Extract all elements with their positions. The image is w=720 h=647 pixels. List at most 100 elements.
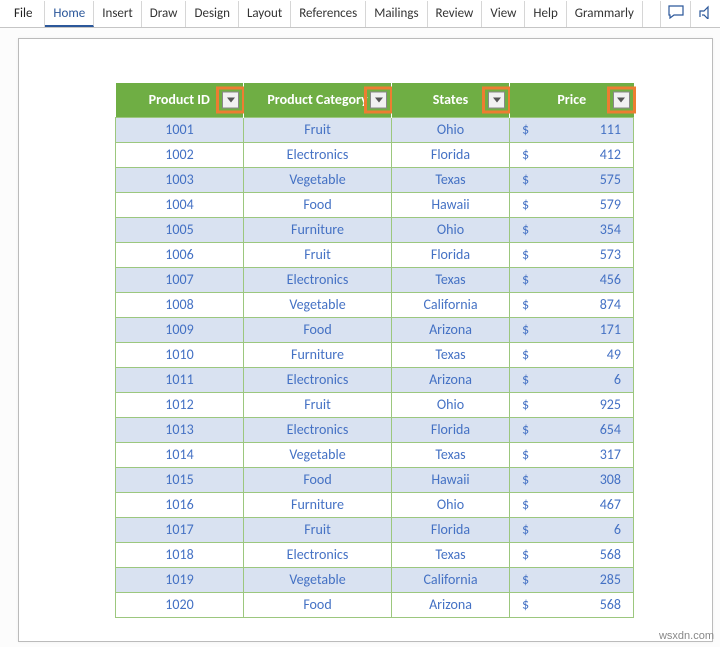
price-value: 573 bbox=[600, 246, 621, 263]
cell-price: $579 bbox=[510, 192, 634, 217]
ribbon-tab-design[interactable]: Design bbox=[186, 1, 238, 27]
cell-price: $354 bbox=[510, 217, 634, 242]
ribbon-tab-view[interactable]: View bbox=[482, 1, 525, 27]
cell-state: Florida bbox=[392, 417, 510, 442]
cell-price: $6 bbox=[510, 517, 634, 542]
chevron-down-icon bbox=[375, 97, 383, 102]
ribbon-tab-layout[interactable]: Layout bbox=[239, 1, 291, 27]
currency-symbol: $ bbox=[522, 571, 529, 588]
cell-category: Fruit bbox=[244, 517, 392, 542]
cell-price: $568 bbox=[510, 542, 634, 567]
table-row[interactable]: 1005FurnitureOhio$354 bbox=[116, 217, 634, 242]
cell-price: $308 bbox=[510, 467, 634, 492]
currency-symbol: $ bbox=[522, 596, 529, 613]
table-row[interactable]: 1009FoodArizona$171 bbox=[116, 317, 634, 342]
cell-state: California bbox=[392, 292, 510, 317]
price-value: 171 bbox=[600, 321, 621, 338]
table-row[interactable]: 1002ElectronicsFlorida$412 bbox=[116, 142, 634, 167]
cell-price: $49 bbox=[510, 342, 634, 367]
cell-category: Fruit bbox=[244, 242, 392, 267]
cell-product-id: 1002 bbox=[116, 142, 244, 167]
table-row[interactable]: 1004FoodHawaii$579 bbox=[116, 192, 634, 217]
chevron-down-icon bbox=[227, 97, 235, 102]
cell-product-id: 1010 bbox=[116, 342, 244, 367]
ribbon-tab-review[interactable]: Review bbox=[428, 1, 483, 27]
cell-state: Ohio bbox=[392, 492, 510, 517]
cell-category: Furniture bbox=[244, 217, 392, 242]
table-row[interactable]: 1019VegetableCalifornia$285 bbox=[116, 567, 634, 592]
ribbon-tab-help[interactable]: Help bbox=[525, 1, 566, 27]
cell-state: Florida bbox=[392, 142, 510, 167]
filter-button-category[interactable] bbox=[370, 91, 387, 108]
ribbon-tab-draw[interactable]: Draw bbox=[142, 1, 187, 27]
table-row[interactable]: 1001FruitOhio$111 bbox=[116, 117, 634, 142]
ribbon-tab-mailings[interactable]: Mailings bbox=[366, 1, 427, 27]
price-value: 654 bbox=[600, 421, 621, 438]
cell-price: $573 bbox=[510, 242, 634, 267]
currency-symbol: $ bbox=[522, 221, 529, 238]
cell-category: Electronics bbox=[244, 367, 392, 392]
table-row[interactable]: 1017FruitFlorida$6 bbox=[116, 517, 634, 542]
table-row[interactable]: 1011ElectronicsArizona$6 bbox=[116, 367, 634, 392]
filter-button-product-id[interactable] bbox=[222, 91, 239, 108]
table-header-row: Product ID Product Category bbox=[116, 83, 634, 117]
cell-category: Food bbox=[244, 317, 392, 342]
ribbon-tab-insert[interactable]: Insert bbox=[94, 1, 142, 27]
cell-category: Food bbox=[244, 192, 392, 217]
price-value: 568 bbox=[600, 596, 621, 613]
filter-button-states[interactable] bbox=[488, 91, 505, 108]
ribbon-tab-references[interactable]: References bbox=[291, 1, 366, 27]
table-row[interactable]: 1013ElectronicsFlorida$654 bbox=[116, 417, 634, 442]
cell-state: Florida bbox=[392, 242, 510, 267]
ribbon-tab-file[interactable]: File bbox=[2, 1, 45, 27]
ribbon-tab-grammarly[interactable]: Grammarly bbox=[567, 1, 643, 27]
cell-state: Florida bbox=[392, 517, 510, 542]
cell-state: Hawaii bbox=[392, 192, 510, 217]
table-row[interactable]: 1016FurnitureOhio$467 bbox=[116, 492, 634, 517]
cell-state: Texas bbox=[392, 442, 510, 467]
share-icon bbox=[698, 5, 714, 23]
table-row[interactable]: 1012FruitOhio$925 bbox=[116, 392, 634, 417]
cell-state: Ohio bbox=[392, 217, 510, 242]
cell-product-id: 1019 bbox=[116, 567, 244, 592]
cell-product-id: 1006 bbox=[116, 242, 244, 267]
cell-product-id: 1020 bbox=[116, 592, 244, 617]
table-row[interactable]: 1010FurnitureTexas$49 bbox=[116, 342, 634, 367]
cell-category: Furniture bbox=[244, 342, 392, 367]
cell-product-id: 1013 bbox=[116, 417, 244, 442]
cell-category: Vegetable bbox=[244, 292, 392, 317]
table-row[interactable]: 1006FruitFlorida$573 bbox=[116, 242, 634, 267]
share-button[interactable] bbox=[690, 1, 720, 27]
table-row[interactable]: 1003VegetableTexas$575 bbox=[116, 167, 634, 192]
cell-product-id: 1007 bbox=[116, 267, 244, 292]
cell-state: Texas bbox=[392, 267, 510, 292]
page: Product ID Product Category bbox=[18, 38, 713, 642]
header-label: Product ID bbox=[149, 91, 210, 108]
table-row[interactable]: 1015FoodHawaii$308 bbox=[116, 467, 634, 492]
cell-category: Vegetable bbox=[244, 567, 392, 592]
currency-symbol: $ bbox=[522, 246, 529, 263]
header-label: Product Category bbox=[267, 91, 367, 108]
cell-price: $575 bbox=[510, 167, 634, 192]
table-row[interactable]: 1008VegetableCalifornia$874 bbox=[116, 292, 634, 317]
data-table: Product ID Product Category bbox=[115, 83, 634, 618]
cell-product-id: 1012 bbox=[116, 392, 244, 417]
price-value: 925 bbox=[600, 396, 621, 413]
cell-price: $111 bbox=[510, 117, 634, 142]
cell-price: $6 bbox=[510, 367, 634, 392]
price-value: 317 bbox=[600, 446, 621, 463]
table-row[interactable]: 1018ElectronicsTexas$568 bbox=[116, 542, 634, 567]
comments-button[interactable] bbox=[660, 1, 690, 27]
ribbon-tab-home[interactable]: Home bbox=[45, 1, 94, 27]
table-row[interactable]: 1014VegetableTexas$317 bbox=[116, 442, 634, 467]
currency-symbol: $ bbox=[522, 446, 529, 463]
currency-symbol: $ bbox=[522, 196, 529, 213]
cell-product-id: 1011 bbox=[116, 367, 244, 392]
filter-button-price[interactable] bbox=[613, 91, 630, 108]
cell-state: Ohio bbox=[392, 392, 510, 417]
cell-state: Arizona bbox=[392, 367, 510, 392]
table-row[interactable]: 1007ElectronicsTexas$456 bbox=[116, 267, 634, 292]
table-row[interactable]: 1020FoodArizona$568 bbox=[116, 592, 634, 617]
cell-price: $874 bbox=[510, 292, 634, 317]
cell-category: Electronics bbox=[244, 542, 392, 567]
